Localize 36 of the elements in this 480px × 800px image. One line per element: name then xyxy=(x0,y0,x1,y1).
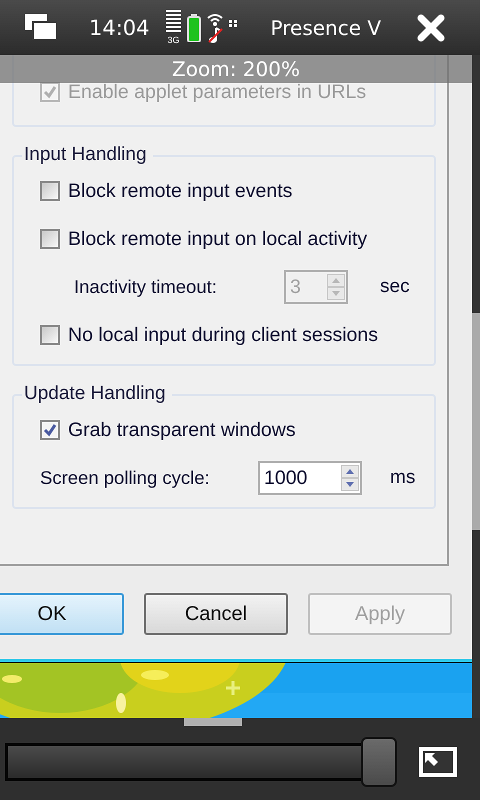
muted-sound-icon xyxy=(206,12,224,44)
spin-up-icon[interactable] xyxy=(341,465,359,478)
slider-thumb[interactable] xyxy=(361,737,397,787)
field-label: Screen polling cycle: xyxy=(40,467,211,489)
unit-label: sec xyxy=(380,276,410,298)
unit-label: ms xyxy=(390,467,416,489)
checkbox[interactable] xyxy=(40,181,60,201)
spin-up-icon xyxy=(327,274,345,287)
drag-handle[interactable] xyxy=(184,718,242,726)
battery-icon xyxy=(186,14,201,42)
checkbox-label: Enable applet parameters in URLs xyxy=(68,80,366,104)
task-switcher-icon[interactable] xyxy=(25,14,57,40)
checkbox[interactable] xyxy=(40,229,60,249)
spin-down-icon[interactable] xyxy=(341,478,359,491)
app-title: Presence V xyxy=(270,16,382,40)
ok-button[interactable]: OK xyxy=(0,593,124,635)
number-spinner[interactable]: 1000 xyxy=(258,461,362,495)
checkbox-label: Block remote input on local activity xyxy=(68,228,368,250)
group-title: Update Handling xyxy=(22,383,172,405)
number-spinner: 3 xyxy=(284,270,348,304)
fullscreen-icon[interactable] xyxy=(417,745,459,779)
scrollbar[interactable] xyxy=(472,55,480,718)
signal-indicator: 3G xyxy=(166,10,182,45)
checkbox-label: Grab transparent windows xyxy=(68,418,296,442)
clock-time: 14:04 xyxy=(89,16,150,40)
cancel-button[interactable]: Cancel xyxy=(144,593,288,635)
zoom-notice: Zoom: 200% xyxy=(0,55,472,83)
checkbox[interactable] xyxy=(40,420,60,440)
checkbox-label: No local input during client sessions xyxy=(68,324,378,346)
close-icon[interactable] xyxy=(417,14,446,42)
spin-down-icon xyxy=(327,287,345,300)
checkbox[interactable] xyxy=(40,325,60,345)
checkbox-label: Block remote input events xyxy=(68,180,292,202)
group-title: Input Handling xyxy=(22,144,153,166)
scrollbar-thumb[interactable] xyxy=(472,313,480,530)
field-label: Inactivity timeout: xyxy=(74,276,218,298)
